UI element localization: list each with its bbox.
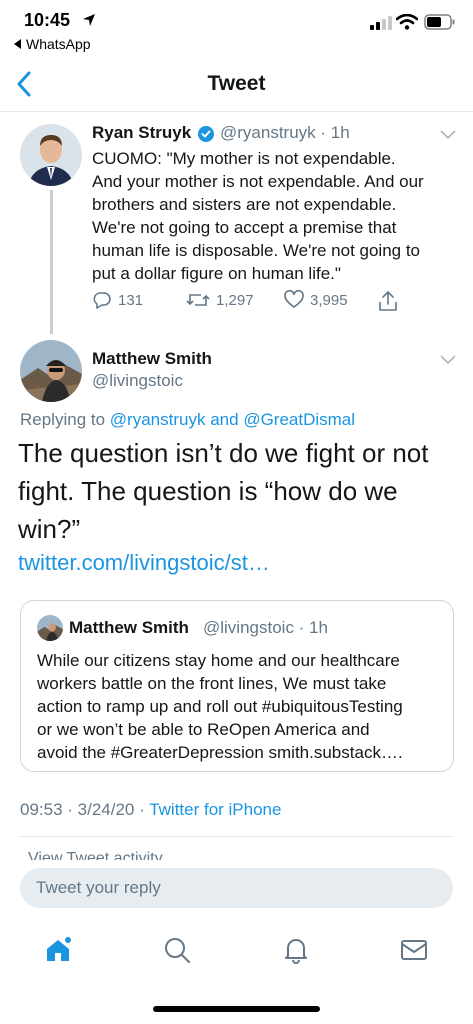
back-to-app-link[interactable]: WhatsApp	[14, 36, 91, 52]
tweet-author-handle: @livingstoic	[92, 371, 183, 390]
replying-prefix: Replying to	[20, 410, 106, 429]
tab-search[interactable]	[157, 930, 197, 970]
chevron-down-icon[interactable]	[440, 355, 456, 365]
reply-placeholder: Tweet your reply	[36, 878, 161, 897]
battery-icon	[424, 14, 455, 30]
nav-bar: Tweet	[0, 56, 473, 112]
back-app-label: WhatsApp	[26, 36, 91, 52]
divider	[20, 836, 453, 837]
status-time: 10:45	[24, 10, 71, 30]
main-tweet-text: The question isn’t do we fight or not fi…	[18, 438, 429, 544]
reply-icon	[93, 292, 111, 309]
quoted-author-name: Matthew Smith	[69, 618, 189, 637]
status-bar: 10:45 WhatsApp	[0, 0, 473, 56]
tweet-time: · 1h	[320, 123, 350, 142]
search-icon	[165, 938, 190, 963]
signal-icon	[370, 16, 392, 30]
tweet-timestamp: 09:53 · 3/24/20 ·	[20, 800, 145, 819]
mention-link[interactable]: @GreatDismal	[243, 410, 355, 429]
page-title: Tweet	[207, 72, 266, 95]
replying-to: Replying to @ryanstruyk and @GreatDismal	[20, 410, 355, 430]
avatar	[37, 615, 63, 641]
reply-button[interactable]: 131	[92, 290, 143, 310]
handle-text: @ryanstruyk	[220, 123, 316, 142]
tweet-author-name[interactable]: Ryan Struyk	[92, 123, 191, 143]
tweet-meta: 09:53 · 3/24/20 · Twitter for iPhone	[20, 800, 281, 820]
share-icon[interactable]	[378, 290, 398, 312]
tweet-source-link[interactable]: Twitter for iPhone	[149, 800, 281, 819]
like-count: 3,995	[310, 291, 348, 309]
tweet-author-name[interactable]: Matthew Smith	[92, 349, 212, 369]
avatar[interactable]	[20, 340, 82, 402]
home-icon	[47, 937, 71, 961]
reply-input[interactable]: Tweet your reply	[20, 868, 453, 908]
retweet-button[interactable]: 1,297	[186, 290, 254, 310]
tweet-author-handle: @ryanstruyk · 1h	[220, 123, 350, 143]
tab-home[interactable]	[38, 930, 78, 970]
avatar-matthew-image	[20, 340, 82, 402]
replying-and: and	[210, 410, 239, 429]
tweet-url-link[interactable]: twitter.com/livingstoic/st…	[18, 550, 270, 576]
tab-notifications[interactable]	[276, 930, 316, 970]
location-arrow-icon	[83, 14, 95, 26]
heart-icon	[284, 290, 304, 308]
back-triangle-icon	[14, 39, 21, 49]
quoted-tweet-text: While our citizens stay home and our hea…	[37, 651, 403, 762]
like-button[interactable]: 3,995	[284, 290, 348, 310]
messages-envelope-icon	[401, 940, 427, 960]
chevron-down-icon[interactable]	[440, 130, 456, 140]
avatar-matthew-small-image	[37, 615, 63, 641]
avatar-ryan-image	[20, 124, 82, 186]
wifi-icon	[396, 14, 418, 30]
tweet-text: CUOMO: "My mother is not expendable. And…	[92, 149, 424, 283]
quoted-tweet-card[interactable]: Matthew Smith @livingstoic · 1h While ou…	[20, 600, 454, 772]
verified-badge-icon	[198, 126, 214, 142]
avatar[interactable]	[20, 124, 82, 186]
tweet-activity-link-partial[interactable]: View Tweet activity	[20, 848, 200, 860]
thread-line	[50, 190, 53, 334]
quoted-author-handle: @livingstoic · 1h	[203, 618, 328, 637]
mention-link[interactable]: @ryanstruyk	[110, 410, 206, 429]
home-indicator[interactable]	[153, 1006, 320, 1012]
retweet-count: 1,297	[216, 291, 254, 309]
notifications-bell-icon	[285, 939, 307, 964]
tab-messages[interactable]	[394, 930, 434, 970]
tab-bar	[0, 920, 473, 980]
reply-count: 131	[118, 291, 144, 309]
retweet-icon	[186, 294, 210, 306]
